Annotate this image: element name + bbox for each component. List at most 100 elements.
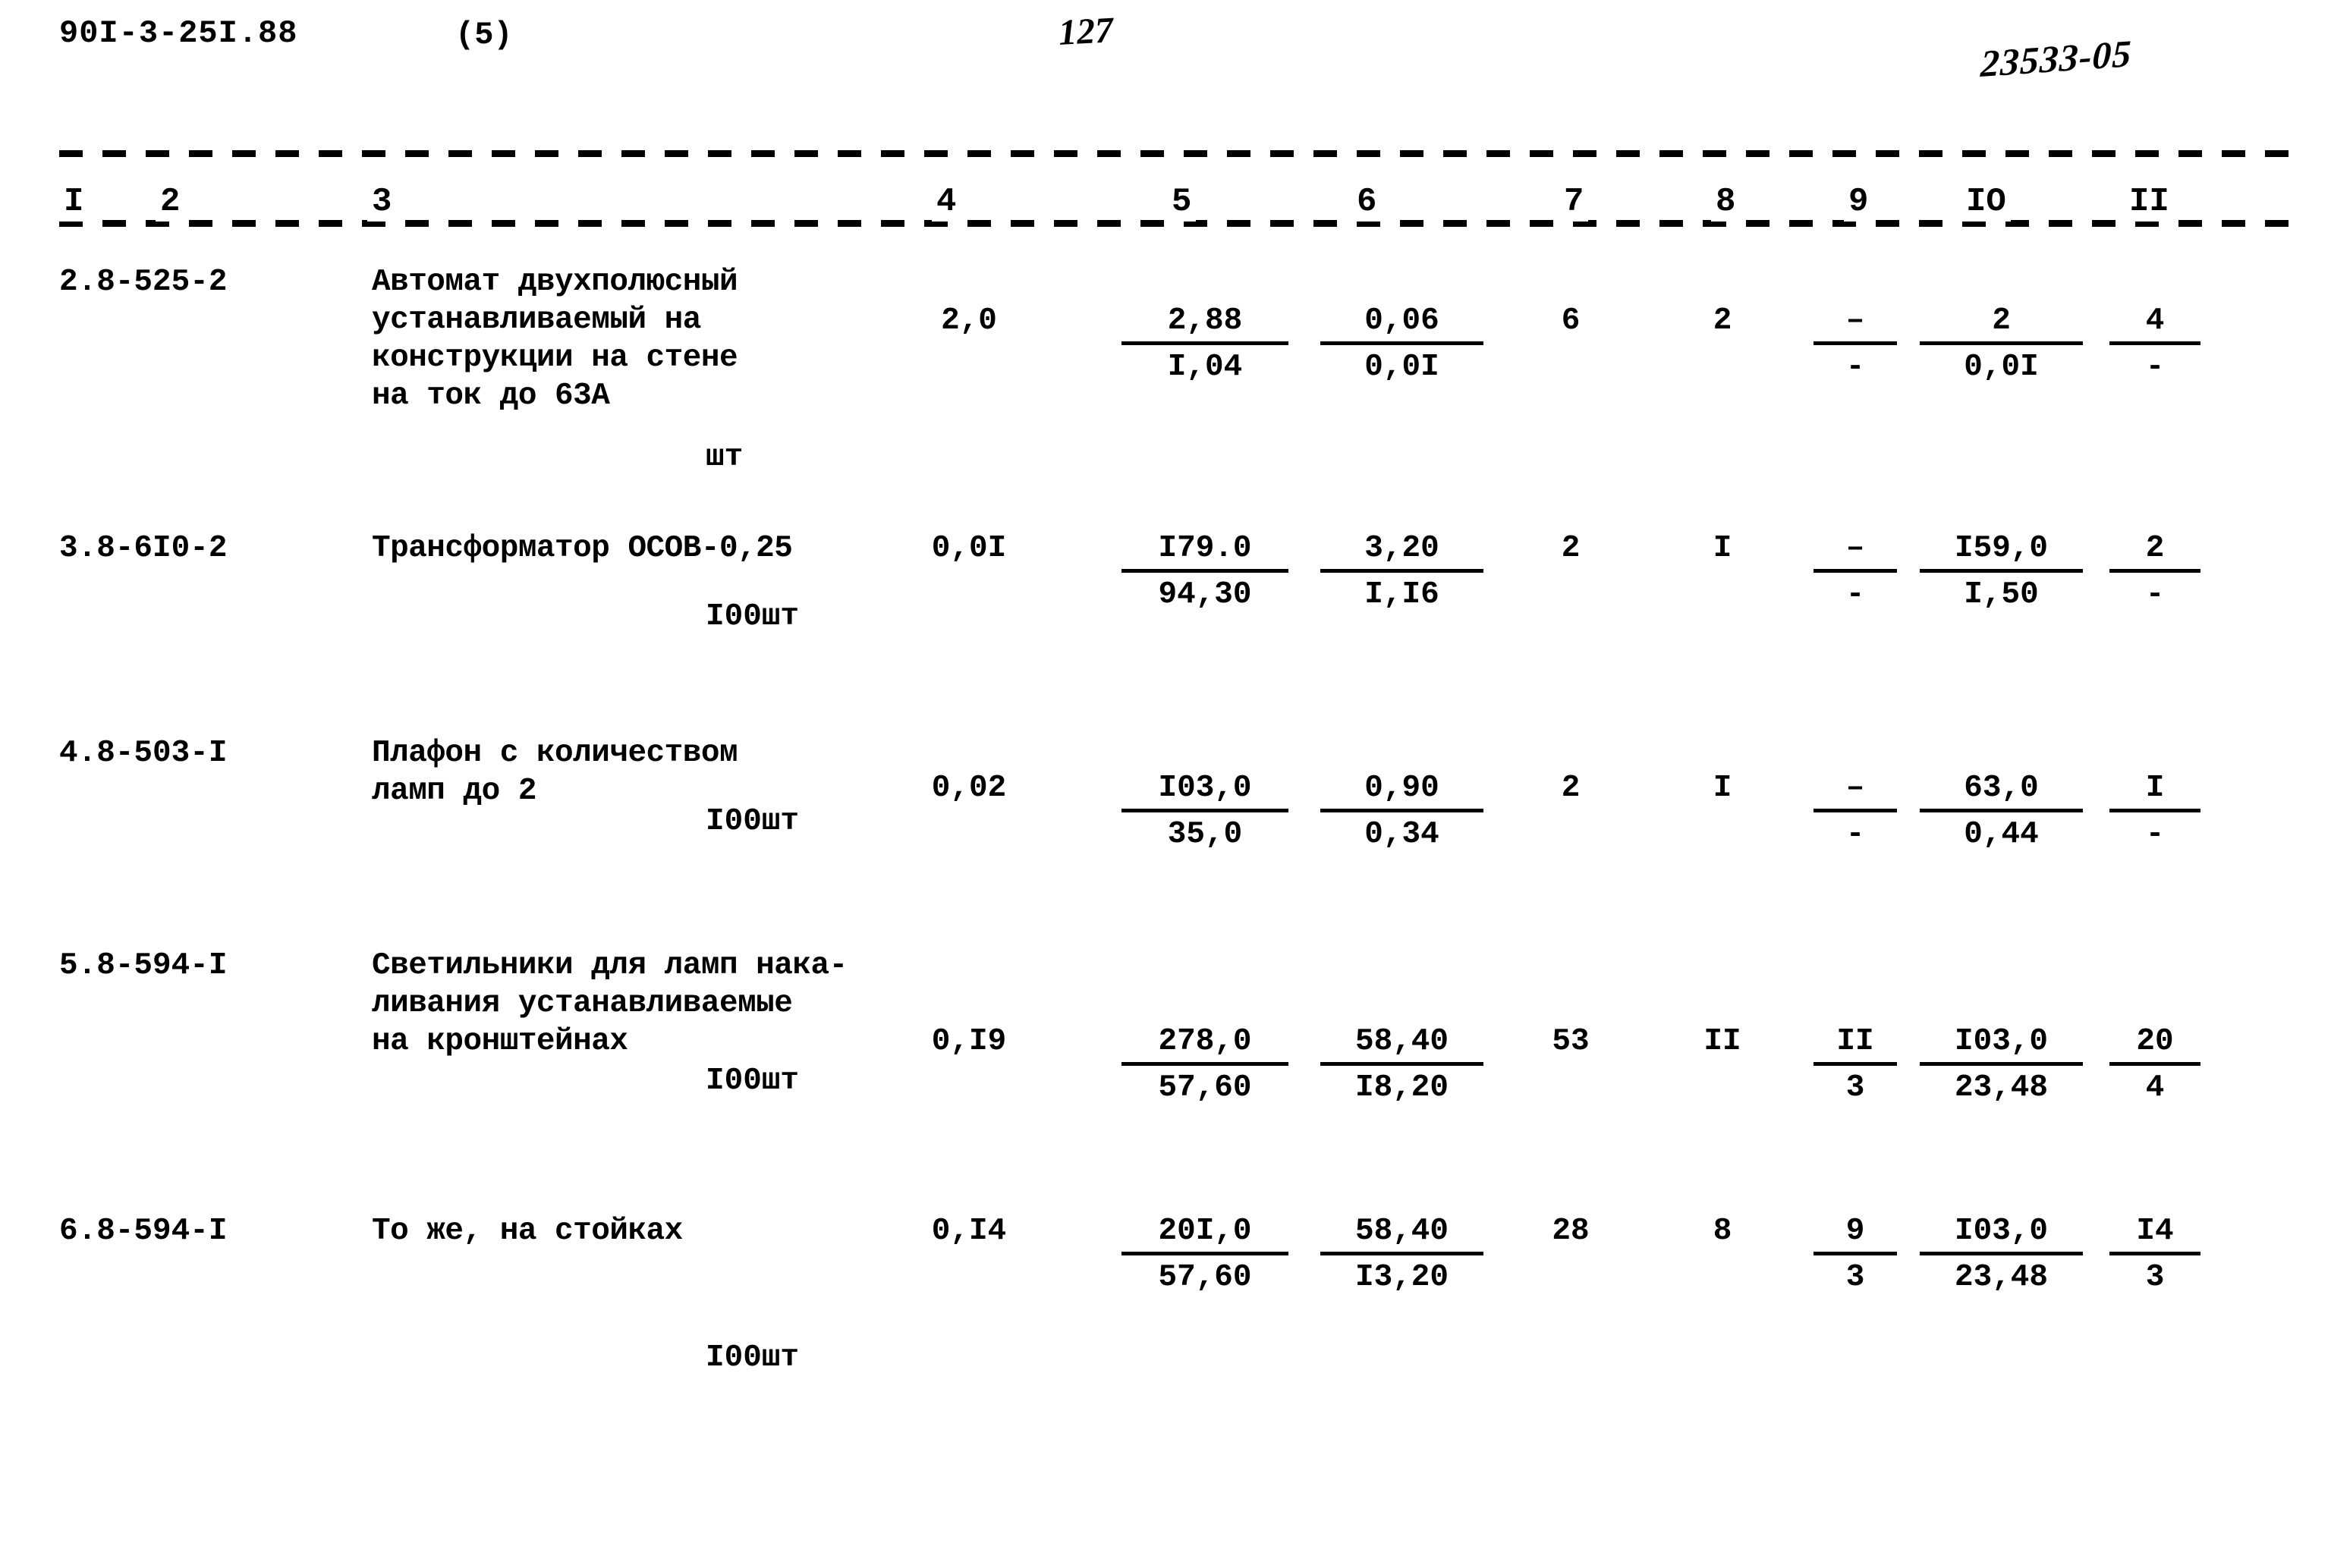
cell-col11: I4 3 (2109, 1212, 2200, 1296)
cell-col8: I (1713, 771, 1732, 806)
cell-col11: I - (2109, 769, 2200, 853)
cell-col5-bottom: 35,0 (1167, 817, 1243, 852)
column-number-6: 6 (1352, 182, 1382, 222)
cell-col6: 0,90 0,34 (1320, 769, 1483, 853)
cell-col6-bottom: I,I6 (1364, 577, 1439, 612)
row-code: 4.8-503-I (59, 736, 228, 771)
cell-col5-top: I79.0 (1121, 529, 1288, 573)
cell-col10-bottom: 23,48 (1954, 1070, 2049, 1105)
column-number-2: 2 (156, 182, 185, 222)
cell-col11-top: 2 (2109, 529, 2200, 573)
cell-col9-top: – (1814, 769, 1897, 812)
cell-col5-top: I03,0 (1121, 769, 1288, 812)
row-unit: I00шт (706, 1064, 800, 1098)
cell-col5-top: 278,0 (1121, 1023, 1288, 1066)
cell-col9: – - (1814, 769, 1897, 853)
cell-col10: I03,0 23,48 (1920, 1023, 2083, 1107)
cell-col9-bottom: - (1845, 817, 1865, 852)
cell-col10-top: I03,0 (1920, 1023, 2083, 1066)
cell-col5: I03,0 35,0 (1121, 769, 1288, 853)
cell-col5: I79.0 94,30 (1121, 529, 1288, 614)
column-number-5: 5 (1167, 182, 1197, 222)
row-unit: шт (706, 440, 744, 475)
cell-col10-bottom: I,50 (1964, 577, 2039, 612)
cell-col6-top: 0,90 (1320, 769, 1483, 812)
cell-col4: 0,02 (931, 771, 1007, 806)
cell-col10-top: 63,0 (1920, 769, 2083, 812)
row-description: Плафон с количеством ламп до 2 (372, 736, 738, 809)
cell-col6-top: 58,40 (1320, 1212, 1483, 1255)
cell-col5-top: 20I,0 (1121, 1212, 1288, 1255)
cell-col11-bottom: - (2145, 577, 2165, 612)
cell-col6: 3,20 I,I6 (1320, 529, 1483, 614)
cell-col4: 2,0 (941, 303, 997, 338)
cell-col6-bottom: 0,0I (1364, 350, 1439, 385)
cell-col6-top: 58,40 (1320, 1023, 1483, 1066)
cell-col7: 2 (1561, 531, 1581, 566)
cell-col9-bottom: - (1845, 577, 1865, 612)
cell-col5: 278,0 57,60 (1121, 1023, 1288, 1107)
cell-col11-top: 4 (2109, 302, 2200, 345)
cell-col9: – - (1814, 302, 1897, 386)
column-number-10: IO (1961, 182, 2011, 222)
cell-col11-bottom: - (2145, 350, 2165, 385)
cell-col10-bottom: 0,44 (1964, 817, 2039, 852)
cell-col10-top: I03,0 (1920, 1212, 2083, 1255)
row-description: Светильники для ламп нака- ливания устан… (372, 948, 848, 1059)
row-unit: I00шт (706, 599, 800, 634)
row-description: Автомат двухполюсный устанавливаемый на … (372, 265, 738, 413)
cell-col6: 58,40 I3,20 (1320, 1212, 1483, 1296)
cell-col6: 58,40 I8,20 (1320, 1023, 1483, 1107)
cell-col4: 0,I4 (931, 1214, 1007, 1249)
cell-col7: 28 (1552, 1214, 1590, 1249)
document-page: 90I-3-25I.88 (5) 127 23533-05 I 2 3 4 5 … (0, 0, 2331, 1568)
cell-col11-bottom: - (2145, 817, 2165, 852)
cell-col9: 9 3 (1814, 1212, 1897, 1296)
cell-col8: II (1703, 1024, 1741, 1059)
cell-col10: 63,0 0,44 (1920, 769, 2083, 853)
cell-col5-top: 2,88 (1121, 302, 1288, 345)
cell-col8: I (1713, 531, 1732, 566)
row-code: 5.8-594-I (59, 948, 228, 983)
column-number-11: II (2125, 182, 2174, 222)
cell-col11: 4 - (2109, 302, 2200, 386)
cell-col10-top: I59,0 (1920, 529, 2083, 573)
cell-col6-bottom: I8,20 (1354, 1070, 1449, 1105)
cell-col10: 2 0,0I (1920, 302, 2083, 386)
cell-col9-bottom: 3 (1845, 1070, 1865, 1105)
table-top-dashed-rule (59, 150, 2301, 157)
cell-col5: 2,88 I,04 (1121, 302, 1288, 386)
column-number-9: 9 (1844, 182, 1873, 222)
document-code: 90I-3-25I.88 (59, 15, 298, 52)
column-number-8: 8 (1711, 182, 1741, 222)
cell-col6-bottom: 0,34 (1364, 817, 1439, 852)
cell-col8: 2 (1713, 303, 1732, 338)
cell-col5-bottom: 94,30 (1158, 577, 1252, 612)
cell-col11: 20 4 (2109, 1023, 2200, 1107)
cell-col6: 0,06 0,0I (1320, 302, 1483, 386)
column-number-4: 4 (932, 182, 961, 222)
column-number-7: 7 (1559, 182, 1589, 222)
row-code: 6.8-594-I (59, 1214, 228, 1249)
cell-col11-top: 20 (2109, 1023, 2200, 1066)
cell-col5: 20I,0 57,60 (1121, 1212, 1288, 1296)
cell-col11: 2 - (2109, 529, 2200, 614)
cell-col9-top: 9 (1814, 1212, 1897, 1255)
cell-col10: I59,0 I,50 (1920, 529, 2083, 614)
column-number-1: I (59, 182, 89, 222)
cell-col6-top: 0,06 (1320, 302, 1483, 345)
cell-col10-top: 2 (1920, 302, 2083, 345)
cell-col5-bottom: 57,60 (1158, 1070, 1252, 1105)
cell-col5-bottom: 57,60 (1158, 1260, 1252, 1295)
row-description: Трансформатор ОСОВ-0,25 (372, 531, 793, 566)
cell-col7: 6 (1561, 303, 1581, 338)
sheet-number: (5) (455, 17, 513, 53)
cell-col5-bottom: I,04 (1167, 350, 1243, 385)
cell-col10: I03,0 23,48 (1920, 1212, 2083, 1296)
row-code: 3.8-6I0-2 (59, 531, 228, 566)
cell-col11-bottom: 4 (2145, 1070, 2165, 1105)
cell-col4: 0,I9 (931, 1024, 1007, 1059)
cell-col9-bottom: 3 (1845, 1260, 1865, 1295)
cell-col10-bottom: 0,0I (1964, 350, 2039, 385)
row-description: То же, на стойках (372, 1214, 683, 1249)
